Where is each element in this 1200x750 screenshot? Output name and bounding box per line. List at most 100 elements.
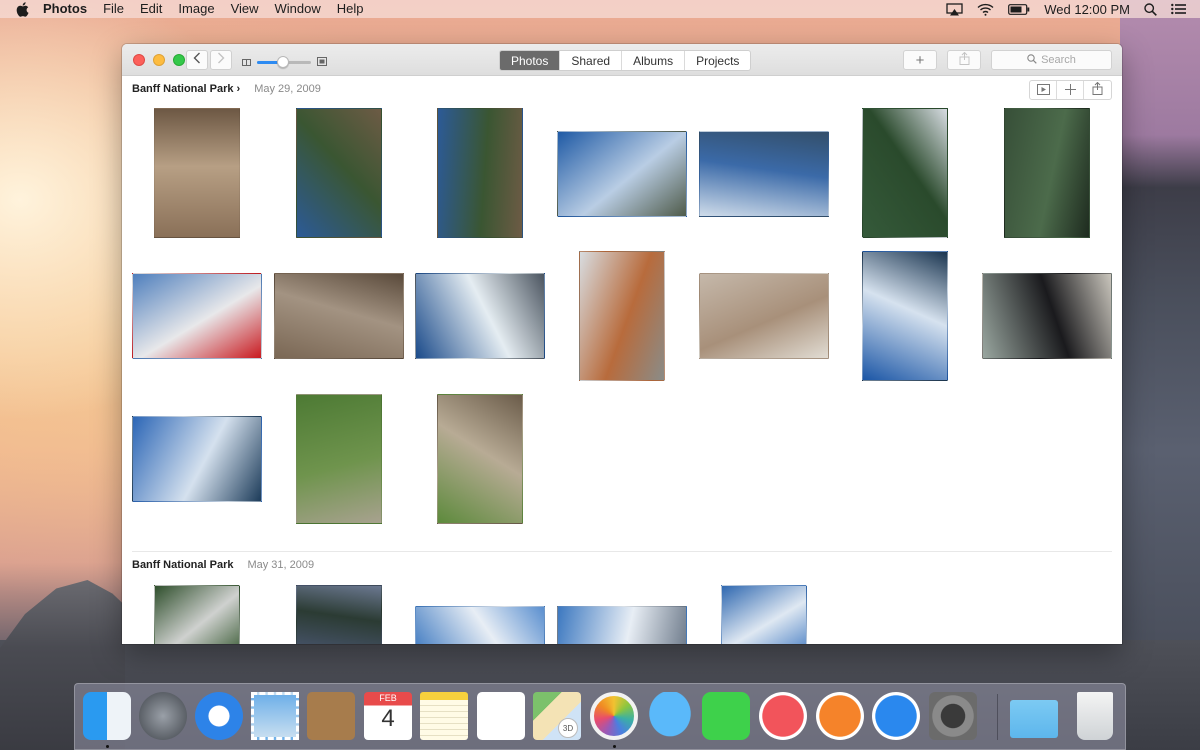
photo-thumbnail[interactable] bbox=[699, 131, 829, 217]
share-button[interactable] bbox=[947, 50, 981, 70]
fullscreen-window-button[interactable] bbox=[173, 54, 185, 66]
dock-item-ibooks[interactable] bbox=[816, 692, 864, 740]
photo-thumbnail[interactable] bbox=[721, 585, 807, 644]
spotlight-search-icon[interactable] bbox=[1144, 2, 1157, 16]
clock[interactable]: Wed 12:00 PM bbox=[1044, 2, 1130, 17]
photo-thumbnail[interactable] bbox=[699, 273, 829, 359]
search-input[interactable]: Search bbox=[991, 50, 1112, 70]
slider-track[interactable] bbox=[257, 55, 311, 68]
trash-icon bbox=[1077, 692, 1113, 740]
minimize-window-button[interactable] bbox=[153, 54, 165, 66]
photo-thumbnail[interactable] bbox=[415, 606, 545, 644]
photo-thumbnail[interactable] bbox=[579, 251, 665, 381]
dock-item-maps[interactable]: 3D bbox=[533, 692, 581, 740]
notification-center-icon[interactable] bbox=[1171, 3, 1186, 15]
dock-item-calendar[interactable]: FEB 4 bbox=[364, 692, 412, 740]
menu-edit[interactable]: Edit bbox=[140, 0, 162, 18]
apple-logo-icon[interactable] bbox=[16, 1, 30, 17]
dock-item-launchpad[interactable] bbox=[139, 692, 187, 740]
slideshow-button[interactable] bbox=[1030, 81, 1057, 99]
finder-icon bbox=[83, 692, 131, 740]
menu-file[interactable]: File bbox=[103, 0, 124, 18]
menu-image[interactable]: Image bbox=[178, 0, 214, 18]
tab-shared[interactable]: Shared bbox=[560, 51, 623, 70]
reminders-icon bbox=[477, 692, 525, 740]
dock-item-finder[interactable] bbox=[83, 692, 131, 740]
add-button[interactable]: + bbox=[903, 50, 937, 70]
menu-app-name[interactable]: Photos bbox=[43, 0, 87, 18]
photo-thumbnail[interactable] bbox=[1004, 108, 1090, 238]
ibooks-icon bbox=[816, 692, 864, 740]
dock: FEB 4 3D bbox=[74, 683, 1126, 750]
dock-item-app-store[interactable] bbox=[872, 692, 920, 740]
slider-knob[interactable] bbox=[276, 55, 289, 68]
dock-item-contacts[interactable] bbox=[307, 692, 355, 740]
tab-photos[interactable]: Photos bbox=[500, 51, 561, 70]
photo-thumbnail[interactable] bbox=[296, 585, 382, 644]
airplay-icon[interactable] bbox=[946, 2, 963, 16]
dock-item-downloads[interactable] bbox=[1010, 692, 1058, 740]
navigation-buttons bbox=[186, 50, 232, 70]
photo-thumbnail[interactable] bbox=[296, 394, 382, 524]
search-icon bbox=[1027, 53, 1037, 67]
itunes-note-icon bbox=[759, 692, 807, 740]
photo-thumbnail[interactable] bbox=[132, 273, 262, 359]
photo-thumbnail[interactable] bbox=[296, 108, 382, 238]
battery-icon[interactable] bbox=[1008, 3, 1030, 15]
photo-thumbnail[interactable] bbox=[862, 251, 948, 381]
window-controls bbox=[133, 54, 185, 66]
tab-albums[interactable]: Albums bbox=[622, 51, 686, 70]
dock-item-notes[interactable] bbox=[420, 692, 468, 740]
slideshow-icon bbox=[1036, 82, 1050, 98]
chevron-left-icon bbox=[193, 51, 201, 69]
photo-thumbnail[interactable] bbox=[274, 273, 404, 359]
close-window-button[interactable] bbox=[133, 54, 145, 66]
photo-thumbnail[interactable] bbox=[862, 108, 948, 238]
photo-thumbnail[interactable] bbox=[982, 273, 1112, 359]
photo-thumbnail[interactable] bbox=[154, 108, 240, 238]
photo-thumbnail[interactable] bbox=[154, 585, 240, 644]
photo-thumbnail[interactable] bbox=[415, 273, 545, 359]
forward-button[interactable] bbox=[210, 50, 232, 70]
dock-item-facetime[interactable] bbox=[702, 692, 750, 740]
toolbar-right: + Search bbox=[903, 50, 1112, 70]
add-to-button[interactable] bbox=[1057, 81, 1084, 99]
dock-item-photos[interactable] bbox=[590, 692, 638, 740]
calendar-icon: FEB 4 bbox=[364, 692, 412, 740]
dock-item-itunes[interactable] bbox=[759, 692, 807, 740]
contacts-book-icon bbox=[307, 692, 355, 740]
moment-title[interactable]: Banff National Park bbox=[132, 559, 233, 571]
moment-title[interactable]: Banff National Park › bbox=[132, 83, 240, 95]
running-indicator bbox=[613, 745, 616, 748]
photo-thumbnail[interactable] bbox=[557, 606, 687, 644]
dock-item-safari[interactable] bbox=[195, 692, 243, 740]
photo-thumbnail[interactable] bbox=[437, 394, 523, 524]
photos-flower-icon bbox=[590, 692, 638, 740]
share-moment-button[interactable] bbox=[1084, 81, 1111, 99]
chevron-right-icon: › bbox=[236, 83, 241, 95]
menu-bar: Photos File Edit Image View Window Help … bbox=[0, 0, 1200, 18]
large-thumbnails-icon bbox=[317, 53, 327, 71]
photo-thumbnail[interactable] bbox=[557, 131, 687, 217]
menu-help[interactable]: Help bbox=[337, 0, 364, 18]
messages-bubble-icon bbox=[646, 692, 694, 740]
dock-item-system-preferences[interactable] bbox=[929, 692, 977, 740]
view-tabs: Photos Shared Albums Projects bbox=[499, 50, 752, 71]
dock-item-reminders[interactable] bbox=[477, 692, 525, 740]
thumbnail-size-slider[interactable] bbox=[242, 53, 327, 71]
back-button[interactable] bbox=[186, 50, 208, 70]
calendar-month: FEB bbox=[379, 693, 397, 703]
menu-window[interactable]: Window bbox=[275, 0, 321, 18]
menu-view[interactable]: View bbox=[231, 0, 259, 18]
moment-header: Banff National Park › May 29, 2009 bbox=[132, 83, 321, 95]
dock-item-mail[interactable] bbox=[251, 692, 299, 740]
maps-icon: 3D bbox=[533, 692, 581, 740]
tab-projects[interactable]: Projects bbox=[685, 51, 750, 70]
wifi-icon[interactable] bbox=[977, 3, 994, 16]
photo-thumbnail[interactable] bbox=[132, 416, 262, 502]
dock-item-trash[interactable] bbox=[1071, 692, 1119, 740]
photo-thumbnail[interactable] bbox=[437, 108, 523, 238]
share-icon bbox=[1092, 81, 1103, 98]
dock-item-messages[interactable] bbox=[646, 692, 694, 740]
app-store-icon bbox=[872, 692, 920, 740]
